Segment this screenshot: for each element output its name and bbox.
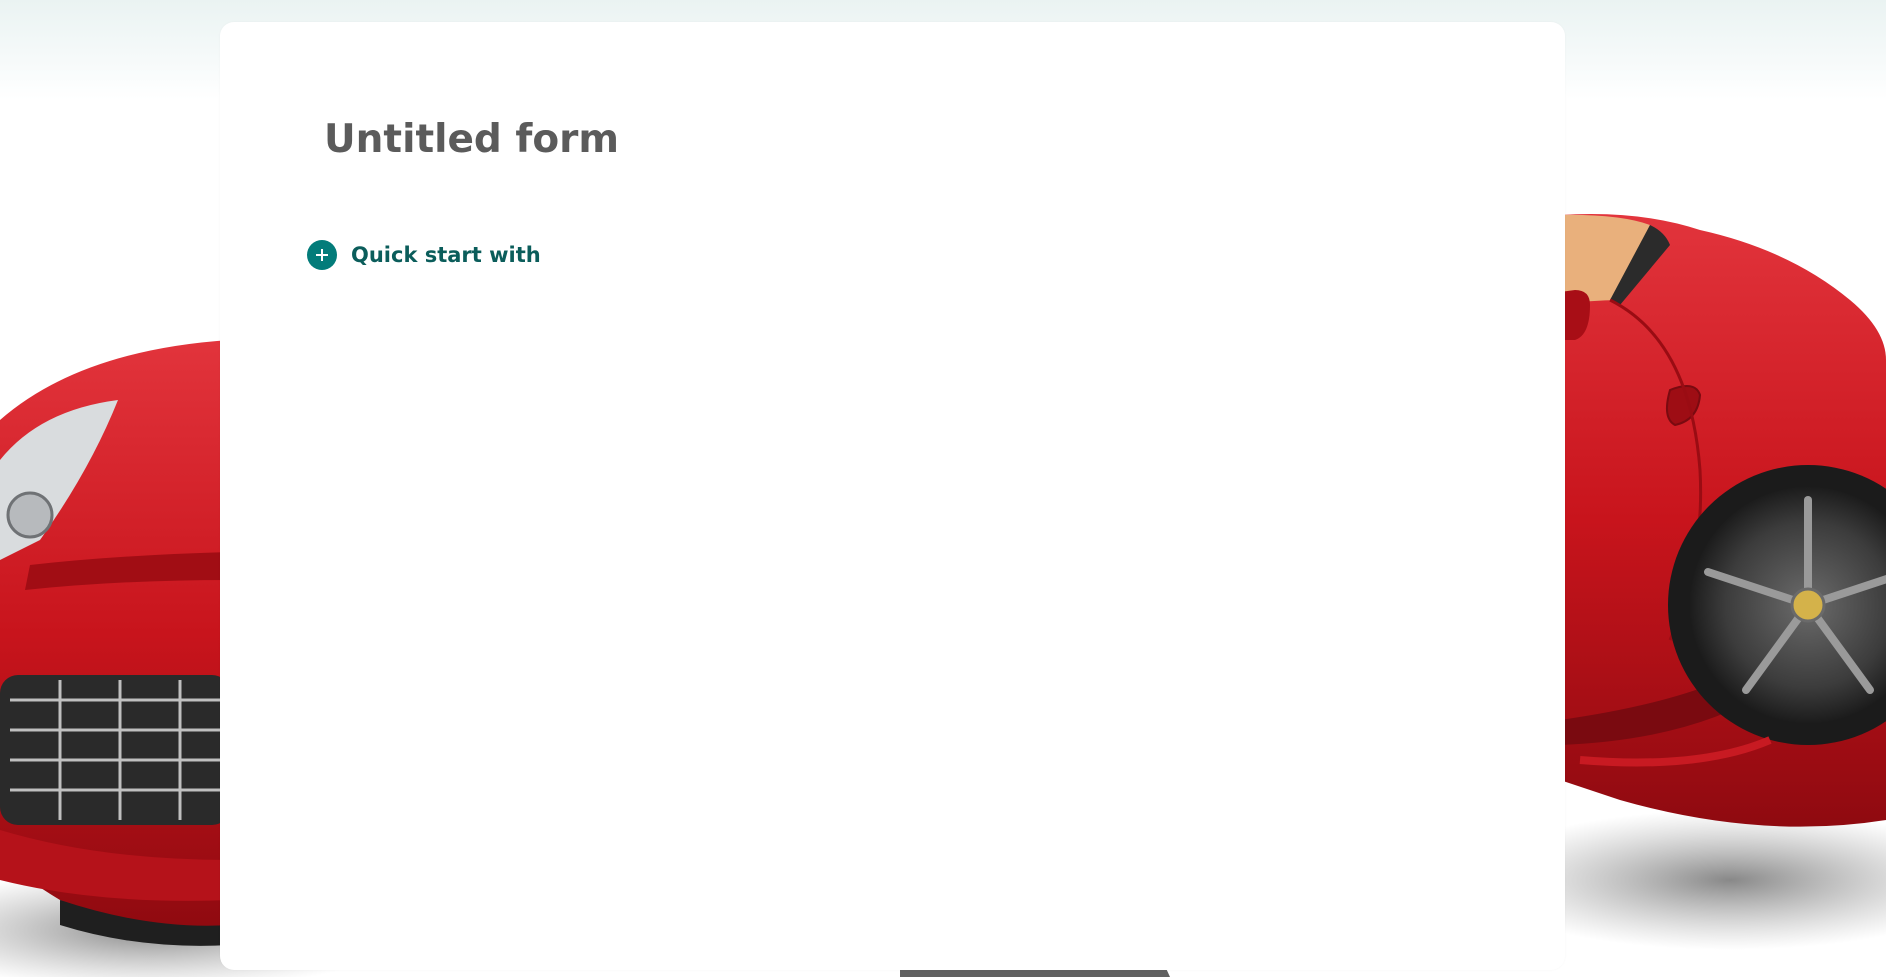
form-designer-page: Untitled form Quick start with [0,0,1886,977]
plus-circle-icon [307,240,337,270]
quick-start-button[interactable]: Quick start with [307,240,541,270]
form-card: Untitled form Quick start with [220,22,1565,970]
form-title[interactable]: Untitled form [324,117,619,162]
quick-start-label: Quick start with [351,243,541,267]
